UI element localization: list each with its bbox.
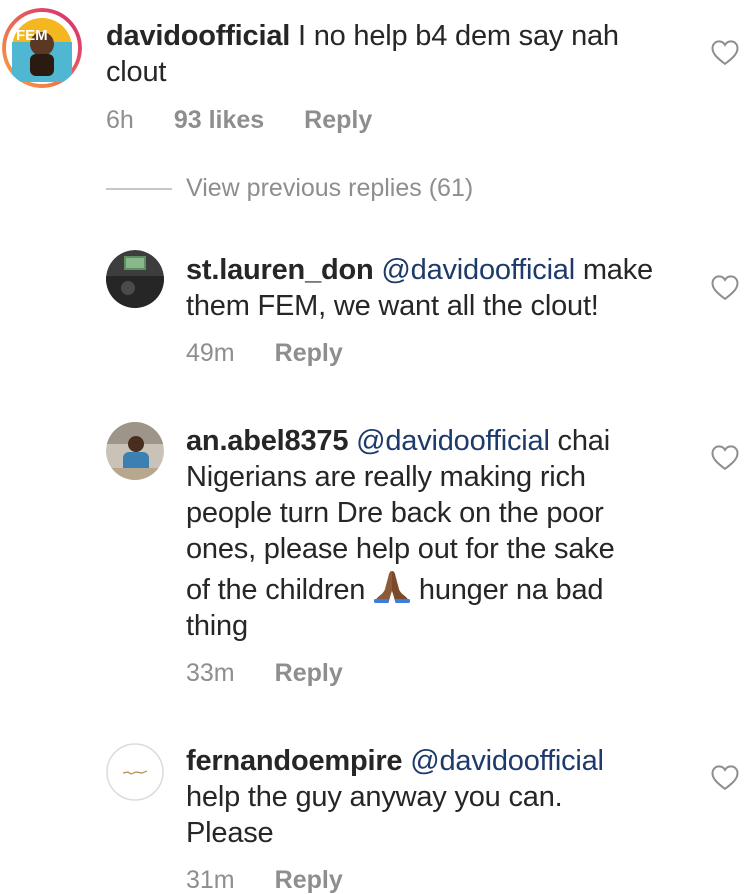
- heart-outline-icon[interactable]: [710, 443, 740, 471]
- comment-body-line2: clout: [106, 56, 167, 88]
- comment-text: fernandoempire @davidoofficial help the …: [186, 743, 706, 851]
- divider-line: [106, 187, 172, 190]
- comment-meta: 6h 93 likes Reply: [106, 106, 372, 135]
- avatar[interactable]: [106, 743, 164, 801]
- view-previous-replies[interactable]: View previous replies (61): [106, 174, 473, 203]
- mention-link[interactable]: @davidoofficial: [381, 254, 575, 286]
- comment-text: st.lauren_don @davidoofficial make them …: [186, 252, 706, 324]
- reply-button[interactable]: Reply: [275, 339, 343, 368]
- comment-body-line5-after: hunger na bad: [418, 574, 604, 606]
- comment-username[interactable]: st.lauren_don: [186, 254, 374, 286]
- comment-text: an.abel8375 @davidoofficial chai Nigeria…: [186, 423, 706, 644]
- comment-body-line3: people turn Dre back on the poor: [186, 497, 604, 529]
- comment-body-line2: them FEM, we want all the clout!: [186, 290, 599, 322]
- comment-body: make: [582, 254, 653, 286]
- reply-button[interactable]: Reply: [304, 106, 372, 135]
- comment-body-line2: Nigerians are really making rich: [186, 461, 586, 493]
- reply-button[interactable]: Reply: [275, 866, 343, 894]
- comment-body-line5: of the children: [186, 574, 366, 606]
- comment-timestamp: 49m: [186, 339, 235, 367]
- comment-meta: 31m Reply: [186, 866, 343, 894]
- comment-body: I no help b4 dem say nah: [297, 20, 619, 52]
- comment-timestamp: 6h: [106, 106, 134, 134]
- comment-meta: 33m Reply: [186, 659, 343, 688]
- comments-thread: FEM davidoofficial I no help b4 dem say …: [0, 0, 751, 894]
- comment-username[interactable]: davidoofficial: [106, 20, 290, 52]
- comment-meta: 49m Reply: [186, 339, 343, 368]
- heart-outline-icon[interactable]: [710, 38, 740, 66]
- avatar[interactable]: FEM: [2, 8, 82, 88]
- comment-likes[interactable]: 93 likes: [174, 106, 264, 135]
- comment-body-line3: Please: [186, 817, 274, 849]
- avatar[interactable]: [106, 250, 164, 308]
- heart-outline-icon[interactable]: [710, 273, 740, 301]
- comment-timestamp: 33m: [186, 659, 235, 687]
- avatar[interactable]: [106, 422, 164, 480]
- comment-timestamp: 31m: [186, 866, 235, 894]
- comment-body-line4: ones, please help out for the sake: [186, 533, 615, 565]
- comment-username[interactable]: fernandoempire: [186, 745, 403, 777]
- comment-text: davidoofficial I no help b4 dem say nah …: [106, 18, 666, 90]
- heart-outline-icon[interactable]: [710, 763, 740, 791]
- comment-body-line2: help the guy anyway you can.: [186, 781, 563, 813]
- mention-link[interactable]: @davidoofficial: [356, 425, 550, 457]
- reply-button[interactable]: Reply: [275, 659, 343, 688]
- view-previous-replies-label[interactable]: View previous replies (61): [186, 174, 473, 203]
- comment-body-line6: thing: [186, 610, 248, 642]
- comment-body: chai: [557, 425, 611, 457]
- folded-hands-emoji: [374, 571, 411, 603]
- comment-username[interactable]: an.abel8375: [186, 425, 348, 457]
- mention-link[interactable]: @davidoofficial: [410, 745, 604, 777]
- avatar-logo-text: FEM: [16, 27, 48, 44]
